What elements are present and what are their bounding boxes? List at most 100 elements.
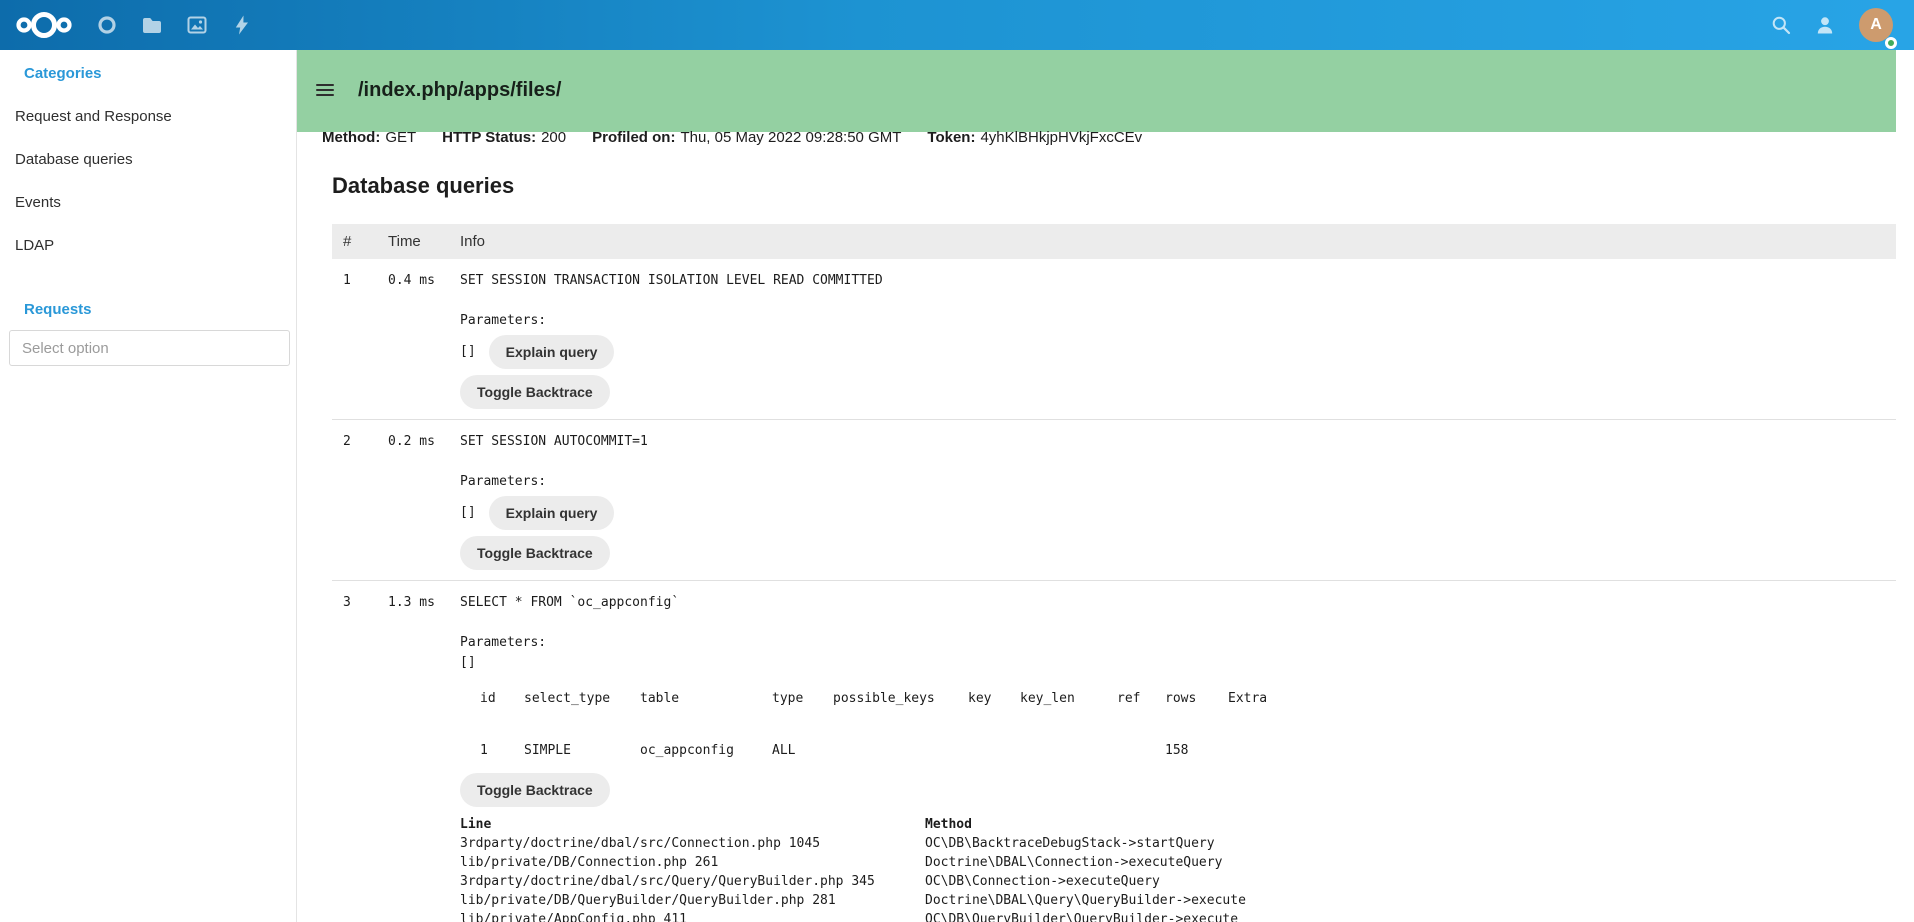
col-info: Info: [460, 233, 1896, 250]
query-3-parameters-label: Parameters:: [460, 635, 546, 651]
sidebar-item-database-queries[interactable]: Database queries: [0, 138, 296, 181]
explain-header-table: table: [640, 691, 772, 707]
query-3-index: 3: [343, 595, 388, 922]
query-2-params: []: [460, 505, 476, 521]
main-content: /index.php/apps/files/ Method: GET HTTP S…: [297, 50, 1896, 922]
explain-cell-rows: 158: [1165, 743, 1228, 759]
explain-header-id: id: [480, 691, 524, 707]
explain-cell-extra: [1228, 743, 1288, 759]
query-3-time: 1.3 ms: [388, 595, 460, 922]
backtrace-line: 3rdparty/doctrine/dbal/src/Query/QueryBu…: [460, 872, 925, 891]
files-app-icon[interactable]: [142, 15, 162, 35]
method-value: GET: [385, 129, 416, 146]
query-1-explain-button[interactable]: Explain query: [489, 335, 615, 369]
topbar-right: A: [1771, 8, 1893, 42]
query-3-toggle-backtrace-button[interactable]: Toggle Backtrace: [460, 773, 610, 807]
query-2-sql: SET SESSION AUTOCOMMIT=1: [460, 434, 648, 450]
query-2-time: 0.2 ms: [388, 434, 460, 570]
explain-cell-ref: [1117, 743, 1165, 759]
explain-header-extra: Extra: [1228, 691, 1288, 707]
backtrace-line: lib/private/AppConfig.php 411: [460, 910, 925, 922]
query-2-index: 2: [343, 434, 388, 570]
backtrace-method: OC\DB\BacktraceDebugStack->startQuery: [925, 834, 1246, 853]
token-value: 4yhKlBHkjpHVkjFxcCEv: [980, 129, 1142, 146]
page-title: Database queries: [332, 173, 1896, 199]
query-1-params: []: [460, 344, 476, 360]
http-status-label: HTTP Status:: [442, 129, 536, 146]
avatar-letter: A: [1870, 16, 1882, 34]
query-1-index: 1: [343, 273, 388, 409]
col-index: #: [343, 233, 388, 250]
categories-heading: Categories: [24, 65, 296, 82]
explain-header-select-type: select_type: [524, 691, 640, 707]
sidebar-item-ldap[interactable]: LDAP: [0, 224, 296, 267]
explain-cell-table: oc_appconfig: [640, 743, 772, 759]
status-online-dot: [1885, 37, 1897, 49]
query-1-time: 0.4 ms: [388, 273, 460, 409]
sidebar: Categories Request and Response Database…: [0, 50, 297, 922]
method-label: Method:: [322, 129, 380, 146]
search-icon[interactable]: [1771, 15, 1791, 35]
request-select[interactable]: Select option: [9, 330, 290, 366]
explain-header-ref: ref: [1117, 691, 1165, 707]
profiled-url-title: /index.php/apps/files/: [358, 77, 561, 103]
nextcloud-logo[interactable]: [15, 8, 73, 42]
http-status-value: 200: [541, 129, 566, 146]
contacts-icon[interactable]: [1815, 15, 1835, 35]
requests-heading: Requests: [24, 301, 296, 318]
topbar: A: [0, 0, 1914, 50]
token-label: Token:: [927, 129, 975, 146]
menu-toggle-icon[interactable]: [316, 81, 334, 99]
sidebar-item-request-and-response[interactable]: Request and Response: [0, 95, 296, 138]
categories-list: Request and Response Database queries Ev…: [0, 95, 296, 267]
query-1-sql: SET SESSION TRANSACTION ISOLATION LEVEL …: [460, 273, 883, 289]
explain-header-key: key: [968, 691, 1020, 707]
sidebar-item-events[interactable]: Events: [0, 181, 296, 224]
request-select-placeholder: Select option: [22, 340, 109, 357]
explain-cell-possible-keys: [833, 743, 968, 759]
explain-cell-id: 1: [480, 743, 524, 759]
backtrace-line: lib/private/DB/QueryBuilder/QueryBuilder…: [460, 891, 925, 910]
backtrace-method: Doctrine\DBAL\Query\QueryBuilder->execut…: [925, 891, 1246, 910]
profiled-on-value: Thu, 05 May 2022 09:28:50 GMT: [680, 129, 901, 146]
backtrace-line: 3rdparty/doctrine/dbal/src/Connection.ph…: [460, 834, 925, 853]
backtrace-line: lib/private/DB/Connection.php 261: [460, 853, 925, 872]
backtrace-method: Doctrine\DBAL\Connection->executeQuery: [925, 853, 1246, 872]
backtrace-method: OC\DB\Connection->executeQuery: [925, 872, 1246, 891]
explain-header-rows: rows: [1165, 691, 1228, 707]
query-1-toggle-backtrace-button[interactable]: Toggle Backtrace: [460, 375, 610, 409]
explain-cell-type: ALL: [772, 743, 833, 759]
query-1-parameters-label: Parameters:: [460, 313, 546, 329]
query-2-toggle-backtrace-button[interactable]: Toggle Backtrace: [460, 536, 610, 570]
query-2-explain-button[interactable]: Explain query: [489, 496, 615, 530]
profiled-on-label: Profiled on:: [592, 129, 675, 146]
query-row-3: 3 1.3 ms SELECT * FROM `oc_appconfig` Pa…: [332, 581, 1896, 922]
nextcloud-logo-icon: [15, 8, 73, 42]
backtrace-method-header: Method: [925, 815, 1246, 834]
query-3-sql: SELECT * FROM `oc_appconfig`: [460, 595, 679, 611]
col-time: Time: [388, 233, 460, 250]
query-2-parameters-label: Parameters:: [460, 474, 546, 490]
app-launcher: [97, 15, 252, 35]
query-3-params: []: [460, 655, 476, 671]
circle-app-icon[interactable]: [97, 15, 117, 35]
explain-cell-key: [968, 743, 1020, 759]
avatar[interactable]: A: [1859, 8, 1893, 42]
explain-cell-select-type: SIMPLE: [524, 743, 640, 759]
query-3-backtrace-table: Line Method 3rdparty/doctrine/dbal/src/C…: [460, 815, 1246, 922]
explain-header-key-len: key_len: [1020, 691, 1117, 707]
explain-header-type: type: [772, 691, 833, 707]
scrollbar-track[interactable]: [1896, 50, 1914, 922]
query-row-1: 1 0.4 ms SET SESSION TRANSACTION ISOLATI…: [332, 259, 1896, 420]
query-3-explain-table: id select_type table type possible_keys …: [480, 691, 1288, 759]
queries-table: # Time Info 1 0.4 ms SET SESSION TRANSAC…: [332, 224, 1896, 922]
explain-header-possible-keys: possible_keys: [833, 691, 968, 707]
queries-table-header: # Time Info: [332, 224, 1896, 259]
profile-meta: Method: GET HTTP Status: 200 Profiled on: T…: [297, 117, 1896, 146]
explain-cell-key-len: [1020, 743, 1117, 759]
backtrace-line-header: Line: [460, 815, 925, 834]
backtrace-method: OC\DB\QueryBuilder\QueryBuilder->execute: [925, 910, 1246, 922]
activity-app-icon[interactable]: [232, 15, 252, 35]
query-row-2: 2 0.2 ms SET SESSION AUTOCOMMIT=1 Parame…: [332, 420, 1896, 581]
photos-app-icon[interactable]: [187, 15, 207, 35]
